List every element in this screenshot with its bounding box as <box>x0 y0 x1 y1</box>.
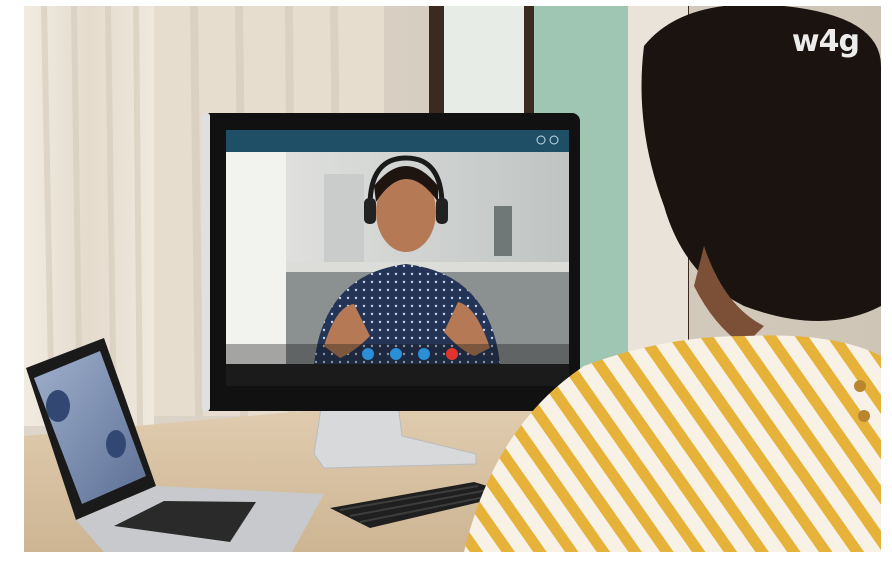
camera-icon[interactable] <box>362 348 374 360</box>
photo-scene: w4g <box>24 6 881 552</box>
chat-icon[interactable] <box>418 348 430 360</box>
end-call-icon[interactable] <box>446 348 458 360</box>
brand-watermark: w4g <box>791 24 860 59</box>
scene-illustration <box>24 6 881 552</box>
microphone-icon[interactable] <box>390 348 402 360</box>
video-header-bar <box>226 130 569 152</box>
